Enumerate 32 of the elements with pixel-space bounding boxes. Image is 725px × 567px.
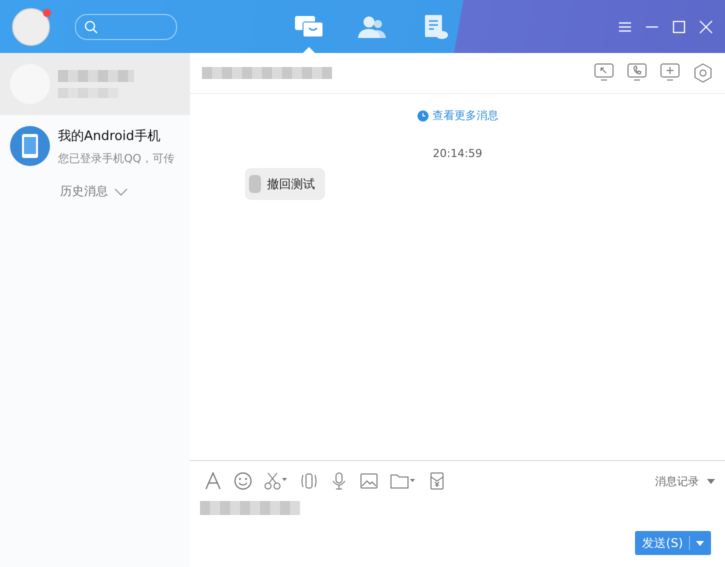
chevron-icon (114, 188, 128, 196)
font-icon[interactable] (204, 472, 222, 490)
image-icon[interactable] (360, 472, 378, 490)
scissors-icon[interactable] (264, 472, 288, 490)
clock-icon (416, 110, 428, 122)
phone-call-icon[interactable] (627, 63, 647, 81)
people-icon (356, 14, 386, 40)
message-history-button[interactable]: 消息记录 (655, 474, 715, 488)
shake-icon[interactable] (300, 472, 318, 490)
phone-icon (10, 126, 50, 166)
menu-icon[interactable] (618, 20, 632, 34)
timestamp: 20:14:59 (432, 147, 482, 160)
contact-item[interactable]: 我的Android手机 您已登录手机QQ，可传 (0, 115, 190, 177)
add-icon[interactable] (660, 63, 680, 81)
message-preview: 您已登录手机QQ，可传 (58, 150, 174, 166)
maximize-icon[interactable] (672, 20, 686, 34)
smiley-icon[interactable] (234, 472, 252, 490)
search-field[interactable] (75, 14, 177, 40)
settings-icon[interactable] (693, 63, 713, 83)
history-toggle[interactable]: 历史消息 (60, 183, 128, 200)
message-bubble: 撤回测试 (245, 168, 325, 200)
search-icon (84, 20, 98, 34)
close-icon[interactable] (699, 20, 713, 34)
money-envelope-icon[interactable] (428, 472, 446, 490)
microphone-icon[interactable] (330, 472, 348, 490)
avatar[interactable] (12, 8, 50, 46)
chat-bubbles-icon (294, 14, 324, 40)
contact-name: 我的Android手机 (58, 128, 162, 144)
folder-icon[interactable] (390, 472, 416, 490)
screen-share-icon[interactable] (594, 63, 614, 81)
view-more-link[interactable]: 查看更多消息 (416, 108, 498, 123)
send-button[interactable]: 发送(S) (635, 531, 711, 555)
